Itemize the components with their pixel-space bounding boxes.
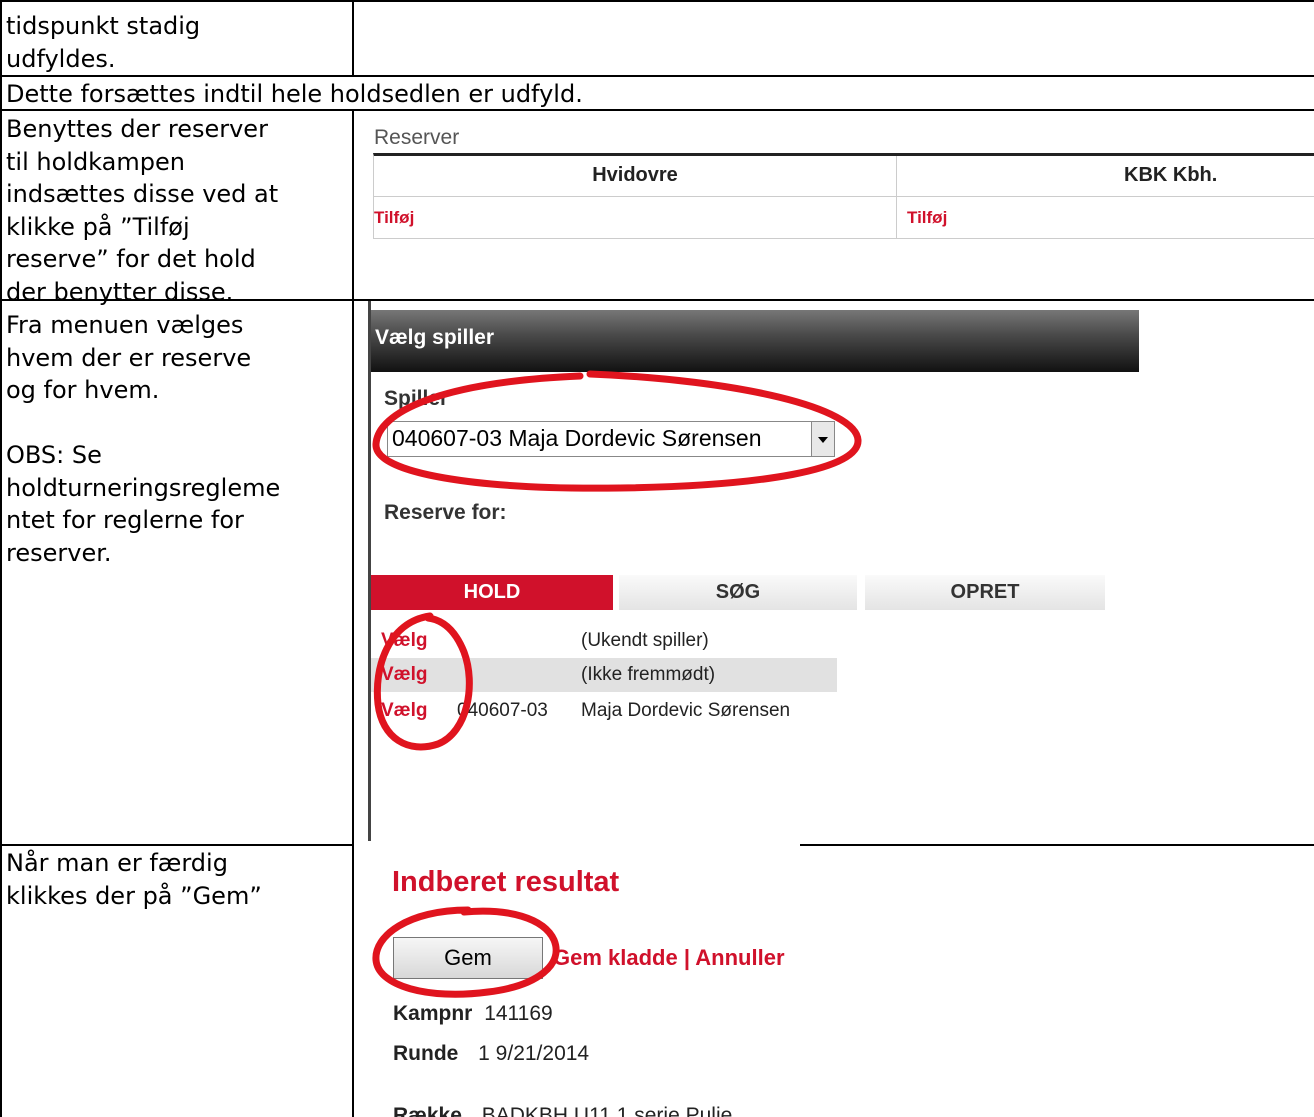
team-away-header: KBK Kbh.: [1124, 164, 1218, 186]
table-border: [0, 0, 2, 1117]
kampnr-label: Kampnr: [393, 1002, 473, 1025]
row2-text: Dette forsættes indtil hele holdsedlen e…: [6, 80, 583, 108]
table-border: [0, 844, 353, 846]
reserve-for-label: Reserve for:: [384, 501, 507, 524]
table-border: [0, 0, 1314, 2]
add-reserve-home-link[interactable]: Tilføj: [374, 208, 414, 228]
runde-label: Runde: [393, 1042, 459, 1065]
row1-text: tidspunkt stadig udfyldes.: [6, 12, 201, 73]
tab-hold[interactable]: HOLD: [371, 575, 613, 610]
reserver-title: Reserver: [374, 126, 460, 149]
result-title: Indberet resultat: [392, 866, 620, 898]
table-border: [352, 0, 354, 76]
tab-search[interactable]: SØG: [619, 575, 857, 610]
highlight-circle: [372, 906, 560, 998]
cancel-link[interactable]: Annuller: [695, 945, 784, 970]
player-name: Maja Dordevic Sørensen: [581, 700, 791, 721]
tab-create[interactable]: OPRET: [865, 575, 1105, 610]
player-name: (Ukendt spiller): [581, 630, 709, 651]
highlight-circle: [373, 612, 473, 751]
save-draft-link[interactable]: Gem kladde: [553, 945, 678, 970]
reserver-table: Hvidovre KBK Kbh. Tilføj Tilføj: [373, 153, 1314, 239]
add-reserve-away-link[interactable]: Tilføj: [907, 208, 947, 228]
table-border: [800, 844, 1314, 846]
player-name: (Ikke fremmødt): [581, 664, 716, 685]
kampnr-value: 141169: [484, 1002, 553, 1025]
runde-row: Runde 1 9/21/2014: [393, 1042, 589, 1066]
raekke-row: Række BADKBH U11 1 serie Pulje: [393, 1104, 732, 1117]
highlight-circle: [372, 370, 862, 492]
raekke-value: BADKBH U11 1 serie Pulje: [481, 1104, 733, 1117]
kampnr-row: Kampnr 141169: [393, 1002, 553, 1026]
dialog-title: Vælg spiller: [375, 326, 495, 349]
row3-text: Benyttes der reserver til holdkampen ind…: [6, 115, 279, 306]
row4-text: Fra menuen vælges hvem der er reserve og…: [6, 311, 281, 567]
result-actions: Gem kladde | Annuller: [553, 945, 785, 971]
runde-value: 1 9/21/2014: [478, 1042, 590, 1065]
row5-text: Når man er færdig klikkes der på ”Gem”: [6, 849, 262, 910]
link-separator: |: [683, 945, 690, 970]
raekke-label: Række: [393, 1104, 462, 1117]
raekke-row-clip: Række BADKBH U11 1 serie Pulje: [393, 1082, 732, 1117]
team-home-header: Hvidovre: [592, 164, 678, 186]
table-border: [352, 109, 354, 1117]
table-border: [0, 75, 1314, 77]
